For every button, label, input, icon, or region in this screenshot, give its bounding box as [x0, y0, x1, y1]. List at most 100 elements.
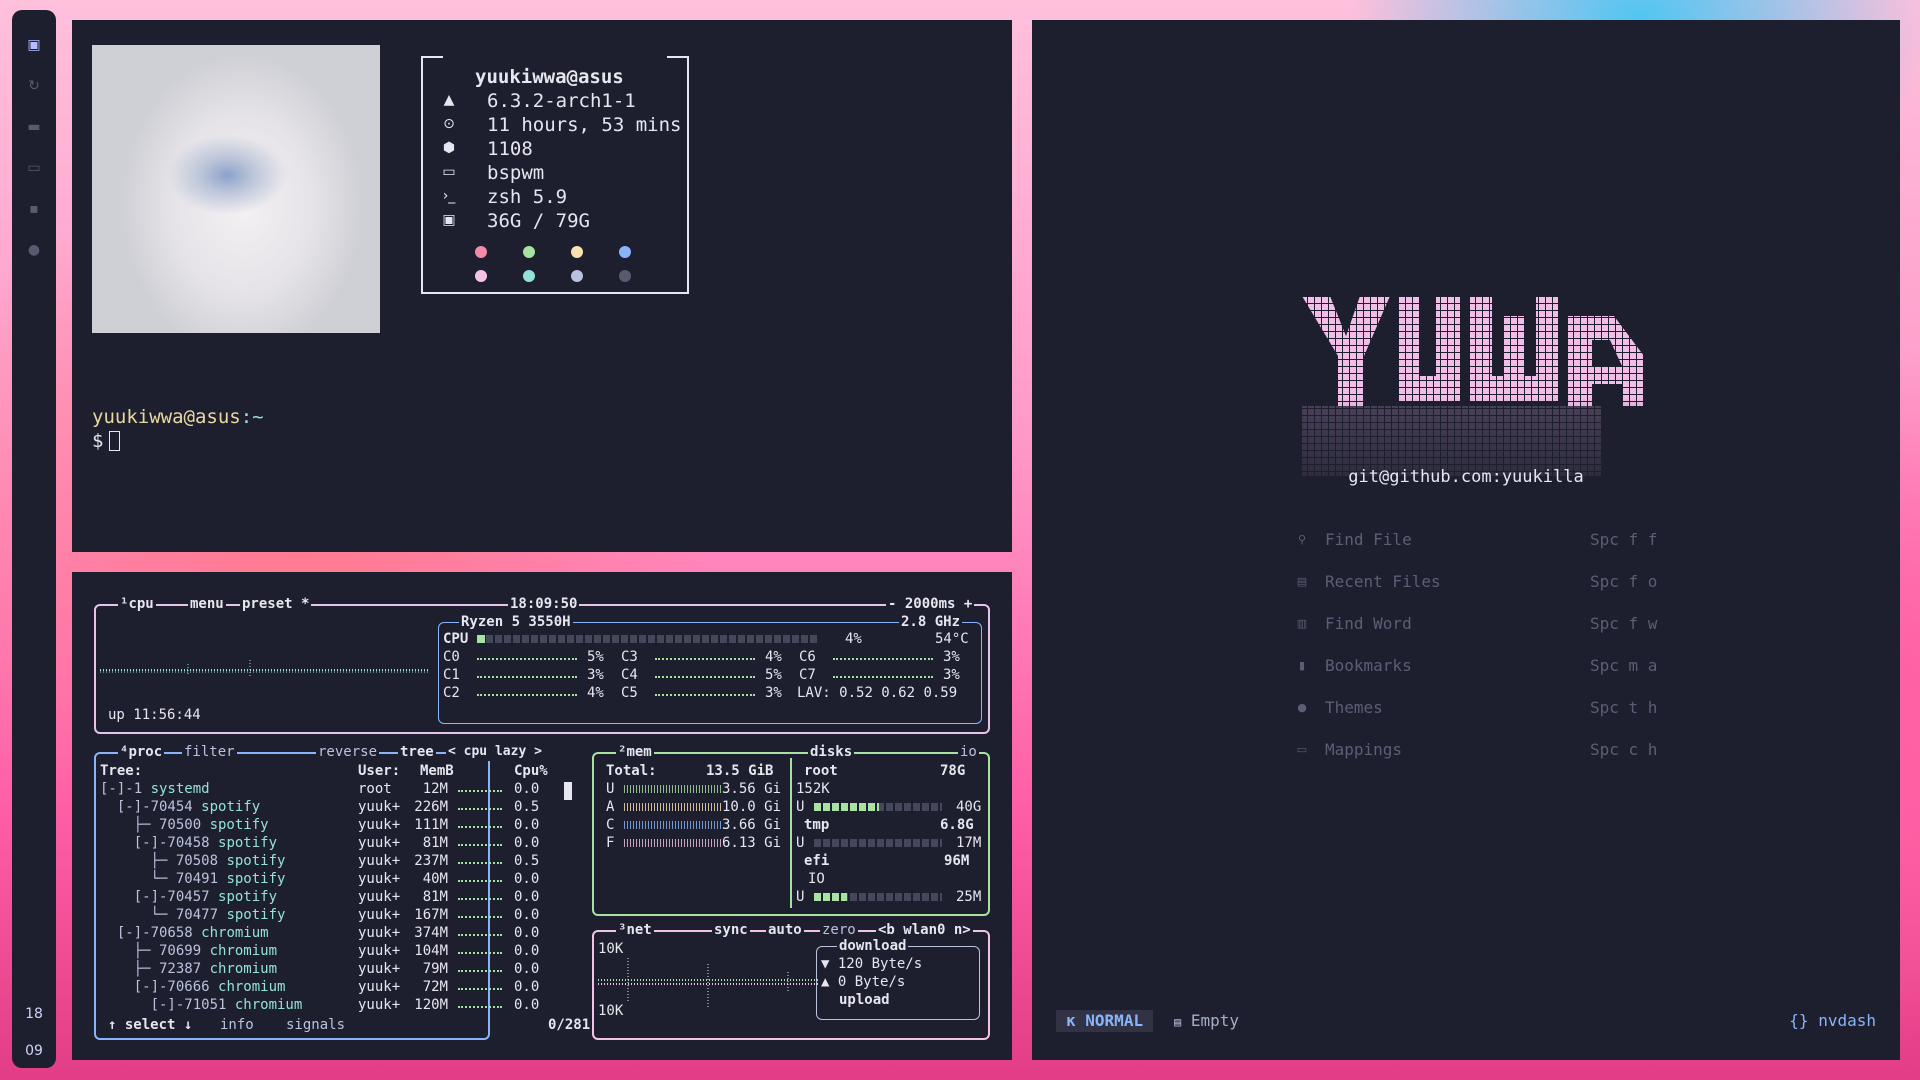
neofetch-terminal[interactable]: yuukiwwa@asus ▲ 6.3.2-arch1-1 ⊙ 11 hours, 5…	[72, 20, 1012, 552]
process-mem: 12M	[422, 781, 448, 797]
proc-scrollbar[interactable]	[564, 782, 572, 800]
neofetch-value: bspwm	[487, 162, 545, 184]
mem-value: 3.66 Gi	[722, 817, 782, 833]
process-mem: 111M	[414, 817, 448, 833]
net-title[interactable]: ³net	[616, 921, 654, 939]
process-name: spotify	[218, 835, 278, 851]
dashboard-entry[interactable]: ▭ Mappings Spc c h	[1295, 740, 1658, 762]
uptime-icon: ⊙	[443, 116, 455, 132]
dashboard-entry[interactable]: ● Themes Spc t h	[1295, 698, 1657, 720]
proc-info-button[interactable]: info	[218, 1016, 256, 1034]
net-sync[interactable]: sync	[712, 921, 750, 939]
process-name: spotify	[226, 907, 286, 923]
net-auto[interactable]: auto	[766, 921, 804, 939]
process-row[interactable]: [-]-70458 spotify yuuk+ 81M 0.0	[100, 834, 570, 852]
core-label: C4	[621, 667, 638, 683]
proc-select-button[interactable]: ↑ select ↓	[106, 1016, 195, 1034]
process-mem: 226M	[414, 799, 448, 815]
process-user: root	[358, 781, 392, 797]
process-cpu: 0.0	[514, 961, 540, 977]
proc-signals-button[interactable]: signals	[284, 1016, 348, 1034]
dashboard-entry-key: Spc f w	[1590, 614, 1658, 633]
disks-io-toggle[interactable]: io	[958, 743, 979, 761]
process-user: yuuk+	[358, 799, 401, 815]
window-icon[interactable]: ▭	[24, 158, 44, 178]
process-row[interactable]: [-]-1 systemd root 12M 0.0	[100, 780, 570, 798]
process-cpu: 0.0	[514, 979, 540, 995]
mem-label: A	[606, 799, 615, 815]
chat-icon[interactable]: ▪	[24, 199, 44, 219]
proc-title[interactable]: ⁴proc	[118, 743, 165, 761]
terminal-icon[interactable]: ▣	[24, 35, 44, 55]
proc-tree[interactable]: tree	[398, 743, 436, 761]
net-box: ³net sync auto zero <b wlan0 n> 10K 10K …	[592, 921, 990, 1040]
process-name: chromium	[209, 943, 278, 959]
process-tree-prefix: [-]-70658	[100, 925, 202, 941]
neofetch-value: 36G / 79G	[487, 210, 590, 232]
disk-used-fill	[814, 803, 880, 811]
process-mem-graph	[458, 916, 502, 918]
proc-filter[interactable]: filter	[182, 743, 237, 761]
process-mem: 81M	[422, 835, 448, 851]
process-row[interactable]: ├─ 72387 chromium yuuk+ 79M 0.0	[100, 960, 570, 978]
nvim-statusline: ĸ NORMAL ▤ Empty {} nvdash	[1056, 1010, 1876, 1032]
disk-used-fill	[814, 893, 848, 901]
disk-tmp-label: tmp	[804, 817, 830, 833]
process-name: spotify	[226, 853, 286, 869]
process-user: yuuk+	[358, 961, 401, 977]
nvim-dashboard[interactable]: git@github.com:yuukilla ⚲ Find File Spc f …	[1032, 20, 1900, 1060]
process-mem-graph	[458, 844, 502, 846]
process-row[interactable]: └─ 70491 spotify yuuk+ 40M 0.0	[100, 870, 570, 888]
cpu-total-pct: 4%	[845, 631, 862, 647]
cpu-graph	[100, 660, 430, 678]
disks-title[interactable]: disks	[808, 743, 855, 761]
process-user: yuuk+	[358, 889, 401, 905]
disk-tmp-size: 6.8G	[940, 817, 974, 833]
proc-reverse[interactable]: reverse	[316, 743, 380, 761]
cpu-preset-button[interactable]: preset *	[240, 595, 312, 613]
process-row[interactable]: └─ 70477 spotify yuuk+ 167M 0.0	[100, 906, 570, 924]
process-row[interactable]: [-]-70457 spotify yuuk+ 81M 0.0	[100, 888, 570, 906]
disk-root-used: 40G	[956, 799, 982, 815]
net-rates-box: download ▼ 120 Byte/s ▲ 0 Byte/s upload	[816, 937, 980, 1020]
disk-root-bar	[814, 803, 942, 811]
dashboard-entry[interactable]: ⚲ Find File Spc f f	[1295, 530, 1657, 552]
process-mem: 79M	[422, 961, 448, 977]
upload-arrow-icon: ▲	[821, 974, 830, 990]
process-row[interactable]: [-]-70454 spotify yuuk+ 226M 0.5	[100, 798, 570, 816]
cpu-interval[interactable]: - 2000ms +	[886, 595, 975, 613]
mem-title[interactable]: ²mem	[616, 743, 654, 761]
core-pct: 4%	[587, 685, 604, 701]
process-row[interactable]: ├─ 70500 spotify yuuk+ 111M 0.0	[100, 816, 570, 834]
process-row[interactable]: ├─ 70508 spotify yuuk+ 237M 0.5	[100, 852, 570, 870]
music-icon[interactable]: ●	[24, 240, 44, 260]
process-row[interactable]: ├─ 70699 chromium yuuk+ 104M 0.0	[100, 942, 570, 960]
color-swatch	[475, 246, 487, 258]
dashboard-entry[interactable]: ▥ Find Word Spc f w	[1295, 614, 1658, 636]
refresh-icon[interactable]: ↻	[24, 76, 44, 96]
proc-header-tree: Tree:	[100, 763, 143, 779]
dashboard-entry[interactable]: ▮ Bookmarks Spc m a	[1295, 656, 1657, 678]
btop-terminal[interactable]: ¹cpu menu preset * 18:09:50 - 2000ms + u…	[72, 572, 1012, 1060]
process-row[interactable]: [-]-71051 chromium yuuk+ 120M 0.0	[100, 996, 570, 1014]
shell-icon: ›_	[442, 188, 456, 204]
dashboard-entry-label: Find Word	[1325, 614, 1412, 633]
core-pct: 3%	[765, 685, 782, 701]
cpu-title[interactable]: ¹cpu	[118, 595, 156, 613]
folder-icon[interactable]: ▬	[24, 117, 44, 137]
cpu-menu-button[interactable]: menu	[188, 595, 226, 613]
process-user: yuuk+	[358, 907, 401, 923]
proc-sort[interactable]: < cpu lazy >	[446, 743, 544, 761]
cpu-box: ¹cpu menu preset * 18:09:50 - 2000ms + u…	[94, 595, 990, 734]
process-mem-graph	[458, 826, 502, 828]
process-row[interactable]: [-]-70666 chromium yuuk+ 72M 0.0	[100, 978, 570, 996]
process-row[interactable]: [-]-70658 chromium yuuk+ 374M 0.0	[100, 924, 570, 942]
process-cpu: 0.5	[514, 799, 540, 815]
process-user: yuuk+	[358, 925, 401, 941]
core-pct: 3%	[587, 667, 604, 683]
disk-efi-bar	[814, 893, 942, 901]
shell-prompt[interactable]: yuukiwwa@asus:~ $	[92, 405, 264, 453]
mem-graph	[624, 785, 722, 793]
net-graph	[598, 958, 818, 1008]
dashboard-entry[interactable]: ▤ Recent Files Spc f o	[1295, 572, 1658, 594]
